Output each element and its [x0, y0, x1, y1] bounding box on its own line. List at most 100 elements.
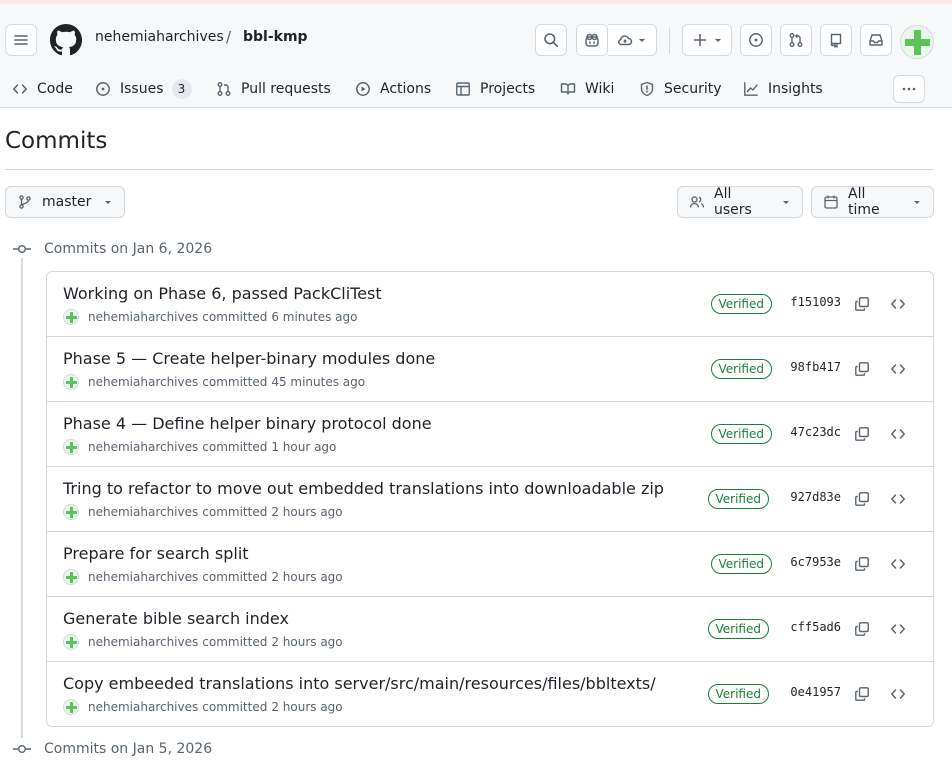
- tab-actions[interactable]: Actions: [355, 72, 431, 106]
- commit-meta: nehemiaharchives committed 2 hours ago: [63, 569, 343, 585]
- commit-sha-link[interactable]: 6c7953e: [785, 555, 841, 569]
- commit-message-link[interactable]: Tring to refactor to move out embedded t…: [63, 479, 664, 498]
- commit-message-link[interactable]: Phase 4 — Define helper binary protocol …: [63, 414, 432, 433]
- author-avatar[interactable]: [63, 374, 79, 390]
- tab-code-label: Code: [37, 81, 73, 97]
- commit-message-link[interactable]: Generate bible search index: [63, 609, 289, 628]
- browse-repo-button[interactable]: [887, 293, 909, 315]
- your-issues-button[interactable]: [740, 24, 772, 56]
- search-button[interactable]: [535, 24, 567, 56]
- commit-group-date: Commits on Jan 6, 2026: [44, 241, 213, 257]
- copilot-button[interactable]: [576, 24, 608, 56]
- verified-badge[interactable]: Verified: [707, 619, 769, 639]
- verified-badge[interactable]: Verified: [710, 424, 772, 444]
- author-avatar[interactable]: [63, 569, 79, 585]
- copy-sha-button[interactable]: [851, 488, 873, 510]
- copy-sha-button[interactable]: [851, 423, 873, 445]
- tab-code[interactable]: Code: [12, 72, 73, 106]
- commit-message-link[interactable]: Working on Phase 6, passed PackCliTest: [63, 284, 382, 303]
- tab-security[interactable]: Security: [639, 72, 722, 106]
- copy-icon: [855, 492, 869, 506]
- page-title: Commits: [5, 128, 108, 154]
- commit-message-link[interactable]: Prepare for search split: [63, 544, 249, 563]
- commit-time: 2 hours ago: [271, 700, 343, 714]
- commit-meta: nehemiaharchives committed 1 hour ago: [63, 439, 336, 455]
- repo-owner-link[interactable]: nehemiaharchives: [95, 28, 224, 46]
- codespaces-dropdown[interactable]: [608, 24, 657, 56]
- repo-icon: [830, 33, 842, 48]
- github-logo[interactable]: [50, 24, 82, 56]
- commit-sha-link[interactable]: f151093: [785, 295, 841, 309]
- copy-sha-button[interactable]: [851, 553, 873, 575]
- repositories-button[interactable]: [820, 24, 852, 56]
- inbox-icon: [869, 34, 883, 46]
- author-link[interactable]: nehemiaharchives: [88, 440, 198, 454]
- copy-sha-button[interactable]: [851, 618, 873, 640]
- hamburger-icon: [14, 35, 28, 45]
- copy-sha-button[interactable]: [851, 358, 873, 380]
- commit-sha-link[interactable]: 0e41957: [785, 685, 841, 699]
- author-link[interactable]: nehemiaharchives: [88, 570, 198, 584]
- browse-repo-button[interactable]: [887, 553, 909, 575]
- commit-sha-link[interactable]: 98fb417: [785, 360, 841, 374]
- code-icon: [891, 299, 905, 309]
- code-icon: [891, 689, 905, 699]
- tab-insights[interactable]: Insights: [743, 72, 823, 106]
- author-link[interactable]: nehemiaharchives: [88, 375, 198, 389]
- commit-message-link[interactable]: Phase 5 — Create helper-binary modules d…: [63, 349, 435, 368]
- commit-group-header: Commits on Jan 6, 2026: [12, 239, 212, 259]
- verified-badge[interactable]: Verified: [710, 294, 772, 314]
- author-link[interactable]: nehemiaharchives: [88, 635, 198, 649]
- your-pull-requests-button[interactable]: [780, 24, 812, 56]
- tab-wiki[interactable]: Wiki: [560, 72, 614, 106]
- verified-badge[interactable]: Verified: [710, 554, 772, 574]
- code-icon: [891, 559, 905, 569]
- verified-badge[interactable]: Verified: [710, 359, 772, 379]
- author-avatar[interactable]: [63, 439, 79, 455]
- verified-badge[interactable]: Verified: [707, 489, 769, 509]
- tab-pull-requests[interactable]: Pull requests: [216, 72, 331, 106]
- time-filter[interactable]: All time: [811, 186, 934, 218]
- commit-time: 2 hours ago: [271, 635, 343, 649]
- chevron-down-icon: [914, 201, 920, 204]
- copy-icon: [855, 687, 869, 701]
- browse-repo-button[interactable]: [887, 358, 909, 380]
- commit-row: Phase 5 — Create helper-binary modules d…: [47, 337, 933, 402]
- repo-name-link[interactable]: bbl-kmp: [243, 28, 308, 46]
- commit-sha-link[interactable]: 927d83e: [785, 490, 841, 504]
- chevron-down-icon: [105, 201, 112, 204]
- calendar-icon: [824, 195, 838, 209]
- author-link[interactable]: nehemiaharchives: [88, 700, 198, 714]
- tab-issues[interactable]: Issues 3: [95, 72, 192, 106]
- author-link[interactable]: nehemiaharchives: [88, 310, 198, 324]
- author-avatar[interactable]: [63, 634, 79, 650]
- menu-button[interactable]: [5, 24, 37, 56]
- code-icon: [891, 494, 905, 504]
- author-link[interactable]: nehemiaharchives: [88, 505, 198, 519]
- tab-projects[interactable]: Projects: [455, 72, 535, 106]
- more-tabs-button[interactable]: [893, 75, 925, 103]
- author-avatar[interactable]: [63, 699, 79, 715]
- copy-sha-button[interactable]: [851, 683, 873, 705]
- browse-repo-button[interactable]: [887, 488, 909, 510]
- verified-badge[interactable]: Verified: [707, 684, 769, 704]
- create-new-dropdown[interactable]: [682, 24, 732, 56]
- browse-repo-button[interactable]: [887, 423, 909, 445]
- user-avatar[interactable]: [900, 25, 934, 59]
- users-filter[interactable]: All users: [677, 186, 803, 218]
- chevron-down-icon: [783, 201, 789, 204]
- branch-selector[interactable]: master: [5, 186, 125, 218]
- notifications-button[interactable]: [860, 24, 892, 56]
- author-avatar[interactable]: [63, 309, 79, 325]
- commit-time: 1 hour ago: [271, 440, 337, 454]
- copy-sha-button[interactable]: [851, 293, 873, 315]
- code-icon: [891, 364, 905, 374]
- commit-sha-link[interactable]: cff5ad6: [785, 620, 841, 634]
- commit-row: Tring to refactor to move out embedded t…: [47, 467, 933, 532]
- author-avatar[interactable]: [63, 504, 79, 520]
- commit-time: 2 hours ago: [271, 570, 343, 584]
- browse-repo-button[interactable]: [887, 618, 909, 640]
- browse-repo-button[interactable]: [887, 683, 909, 705]
- commit-sha-link[interactable]: 47c23dc: [785, 425, 841, 439]
- commit-message-link[interactable]: Copy embeeded translations into server/s…: [63, 674, 656, 693]
